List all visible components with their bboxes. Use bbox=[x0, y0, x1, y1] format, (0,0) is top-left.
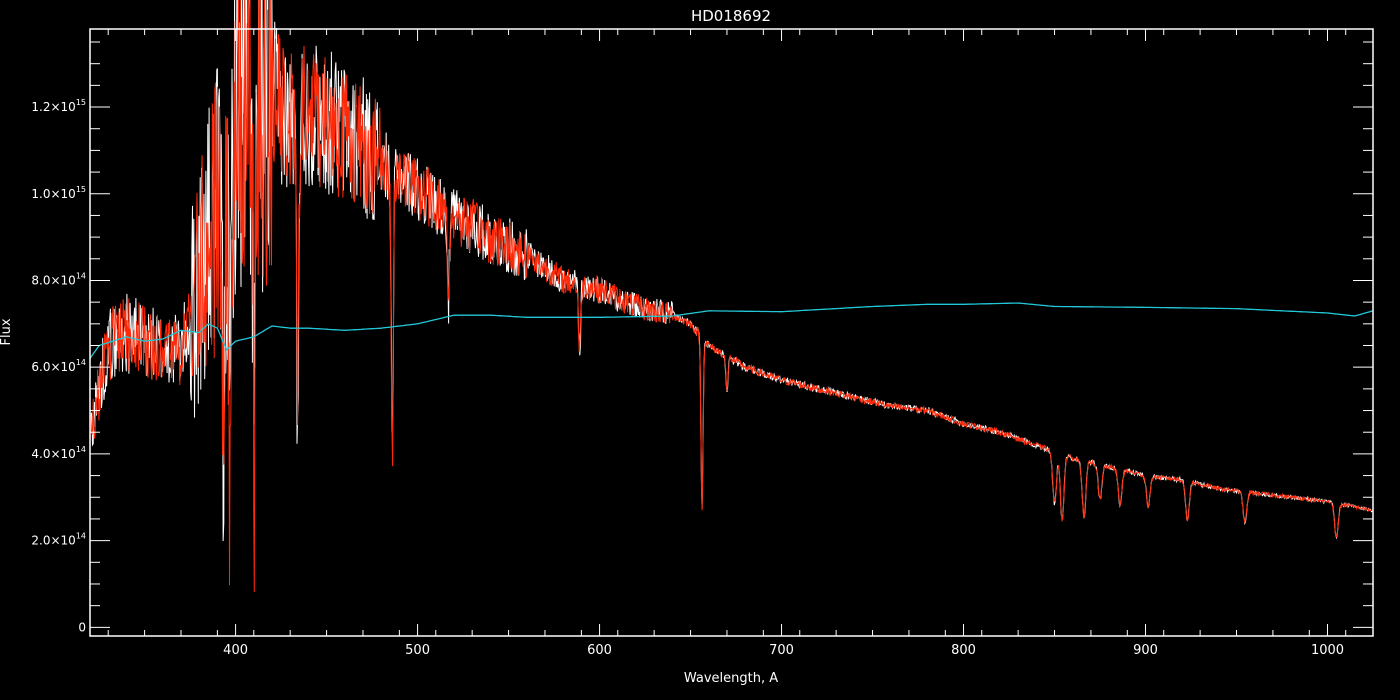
spectrum-chart: HD018692 400 500 600 700 800 900 100002.0×1014… bbox=[0, 0, 1400, 700]
x-tick-label: 500 bbox=[405, 643, 430, 658]
x-tick-label: 1000 bbox=[1311, 643, 1344, 658]
x-tick-label: 400 bbox=[223, 643, 248, 658]
y-axis-label: Flux bbox=[0, 318, 14, 345]
chart-title: HD018692 bbox=[691, 7, 771, 25]
x-axis-label: Wavelength, A bbox=[684, 671, 778, 686]
x-tick-label: 800 bbox=[951, 643, 976, 658]
y-tick-label: 0 bbox=[78, 620, 86, 634]
x-tick-label: 600 bbox=[587, 643, 612, 658]
x-tick-label: 700 bbox=[769, 643, 794, 658]
x-tick-label: 900 bbox=[1133, 643, 1158, 658]
